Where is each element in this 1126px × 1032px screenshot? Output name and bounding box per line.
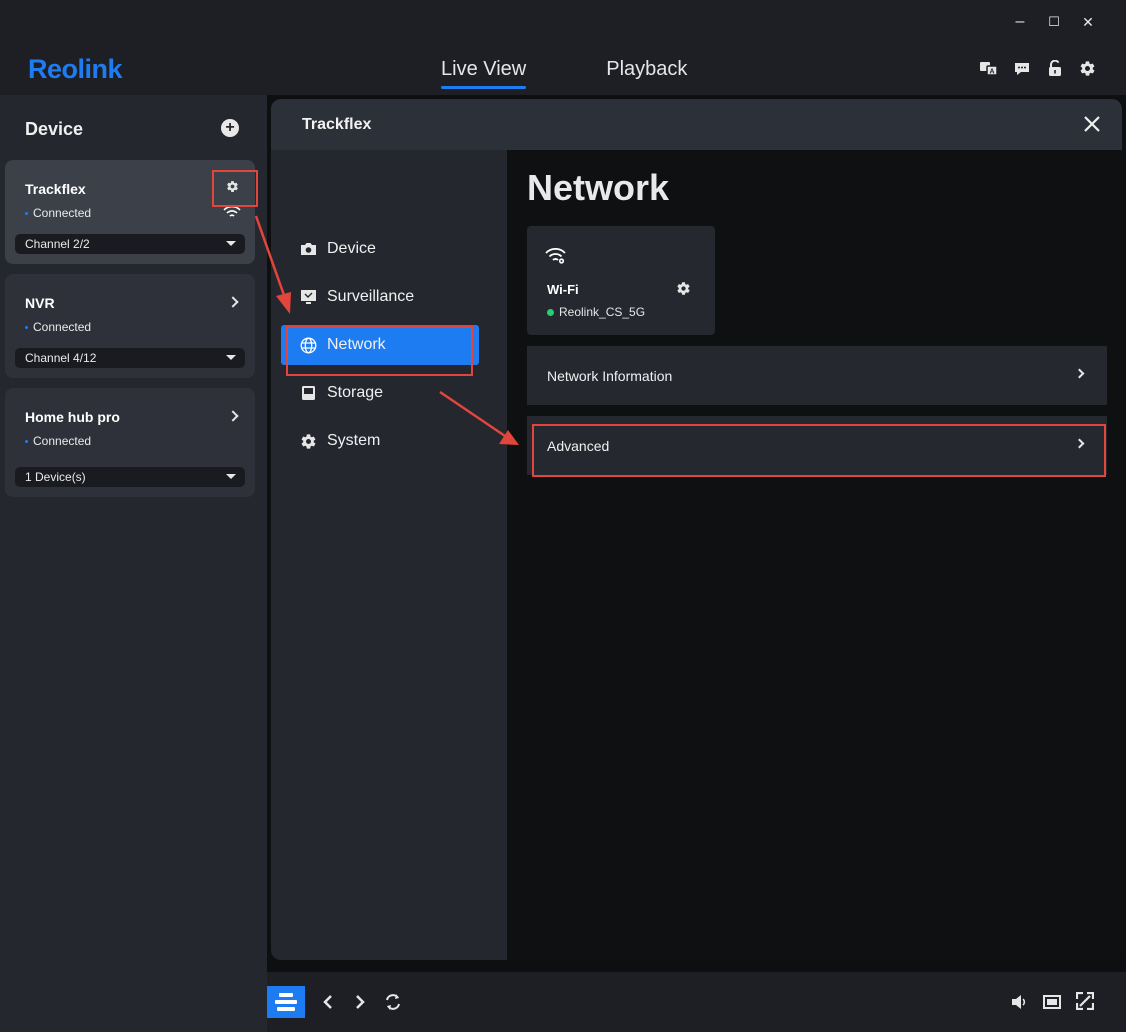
next-arrow-icon[interactable]: [354, 994, 366, 1015]
row-label: Advanced: [547, 437, 610, 454]
translate-icon[interactable]: A: [980, 60, 997, 77]
svg-text:A: A: [990, 69, 995, 76]
channel-select-value: Channel 4/12: [25, 351, 97, 365]
device-status-label: Connected: [33, 434, 92, 448]
channel-select[interactable]: Channel 2/2: [15, 234, 245, 254]
status-dot: [25, 439, 28, 443]
monitor-icon: [300, 289, 317, 306]
device-name: Home hub pro: [25, 409, 120, 425]
chevron-right-icon[interactable]: [227, 410, 239, 422]
previous-arrow-icon[interactable]: [322, 994, 334, 1015]
globe-icon: [300, 337, 317, 354]
bottom-toolbar: [267, 972, 1126, 1032]
camera-icon: [300, 241, 317, 258]
nav-item-label: System: [327, 432, 381, 449]
wifi-card: Wi-Fi Reolink_CS_5G: [527, 226, 715, 335]
caret-down-icon: [226, 474, 236, 479]
aspect-ratio-icon[interactable]: [1043, 994, 1061, 1015]
wifi-ssid: Reolink_CS_5G: [547, 305, 645, 319]
modal-title: Trackflex: [302, 116, 372, 133]
connected-dot: [547, 308, 554, 316]
sidebar-title: Device: [25, 119, 84, 139]
message-icon[interactable]: [1013, 60, 1030, 77]
app-window: – ☐ ✕ Reolink Live View Playback A Devic…: [0, 0, 1126, 1032]
window-controls: – ☐ ✕: [1012, 12, 1096, 32]
wifi-signal-icon: [223, 205, 241, 223]
channel-select[interactable]: Channel 4/12: [15, 348, 245, 368]
wifi-ssid-label: Reolink_CS_5G: [559, 305, 646, 319]
tab-playback[interactable]: Playback: [606, 58, 687, 89]
device-status-label: Connected: [33, 320, 92, 334]
device-count-select[interactable]: 1 Device(s): [15, 467, 245, 487]
device-status: Connected: [25, 206, 91, 220]
device-status: Connected: [25, 320, 91, 334]
nav-item-label: Network: [327, 336, 386, 353]
tab-live-view[interactable]: Live View: [441, 58, 527, 89]
wifi-settings-gear-icon[interactable]: [676, 281, 691, 301]
nav-item-label: Surveillance: [327, 288, 415, 305]
device-status: Connected: [25, 434, 91, 448]
device-card-trackflex[interactable]: Trackflex Connected Channel 2/2: [5, 160, 255, 264]
settings-nav: Device Surveillance Network Storage Syst…: [271, 150, 507, 960]
nav-item-surveillance[interactable]: Surveillance: [281, 277, 479, 317]
nav-item-label: Storage: [327, 384, 384, 401]
chevron-right-icon[interactable]: [227, 296, 239, 308]
add-device-button[interactable]: +: [221, 119, 239, 137]
gear-icon: [300, 433, 317, 450]
gear-icon[interactable]: [1079, 60, 1096, 77]
nav-item-device[interactable]: Device: [281, 229, 479, 269]
advanced-row[interactable]: Advanced: [527, 416, 1107, 475]
layout-list-button[interactable]: [267, 986, 305, 1018]
caret-down-icon: [226, 355, 236, 360]
device-status-label: Connected: [33, 206, 92, 220]
nav-item-system[interactable]: System: [281, 421, 479, 461]
chevron-right-icon: [1074, 438, 1085, 449]
device-count-value: 1 Device(s): [25, 470, 86, 484]
volume-icon[interactable]: [1010, 993, 1028, 1016]
row-label: Network Information: [547, 367, 673, 384]
close-window-icon[interactable]: ✕: [1080, 12, 1096, 32]
device-card-nvr[interactable]: NVR Connected Channel 4/12: [5, 274, 255, 378]
channel-select-value: Channel 2/2: [25, 237, 90, 251]
fullscreen-icon[interactable]: [1075, 991, 1095, 1015]
nav-item-network[interactable]: Network: [281, 325, 479, 365]
wifi-label: Wi-Fi: [547, 282, 579, 297]
device-name: NVR: [25, 295, 55, 311]
nav-item-storage[interactable]: Storage: [281, 373, 479, 413]
network-information-row[interactable]: Network Information: [527, 346, 1107, 405]
reolink-logo: Reolink: [28, 54, 123, 84]
nav-item-label: Device: [327, 240, 376, 257]
status-dot: [25, 325, 28, 329]
device-card-home-hub-pro[interactable]: Home hub pro Connected 1 Device(s): [5, 388, 255, 497]
status-dot: [25, 211, 28, 215]
content-title: Network: [527, 167, 670, 208]
header-icons: A: [980, 60, 1096, 77]
main-tabs: Live View Playback: [441, 58, 687, 89]
chevron-right-icon: [1074, 368, 1085, 379]
wifi-icon: [545, 247, 566, 269]
minimize-icon[interactable]: –: [1012, 12, 1028, 32]
device-settings-gear-icon[interactable]: [226, 180, 239, 198]
device-settings-modal: Trackflex Device Surveillance Network St…: [271, 99, 1122, 960]
device-sidebar: Device + Trackflex Connected Channel 2/2…: [0, 95, 267, 1032]
lock-icon[interactable]: [1046, 60, 1063, 77]
close-icon[interactable]: [1082, 114, 1102, 134]
caret-down-icon: [226, 241, 236, 246]
storage-icon: [300, 385, 317, 402]
refresh-icon[interactable]: [384, 993, 402, 1016]
device-name: Trackflex: [25, 181, 86, 197]
modal-header: Trackflex: [271, 99, 1122, 150]
maximize-icon[interactable]: ☐: [1046, 12, 1062, 32]
